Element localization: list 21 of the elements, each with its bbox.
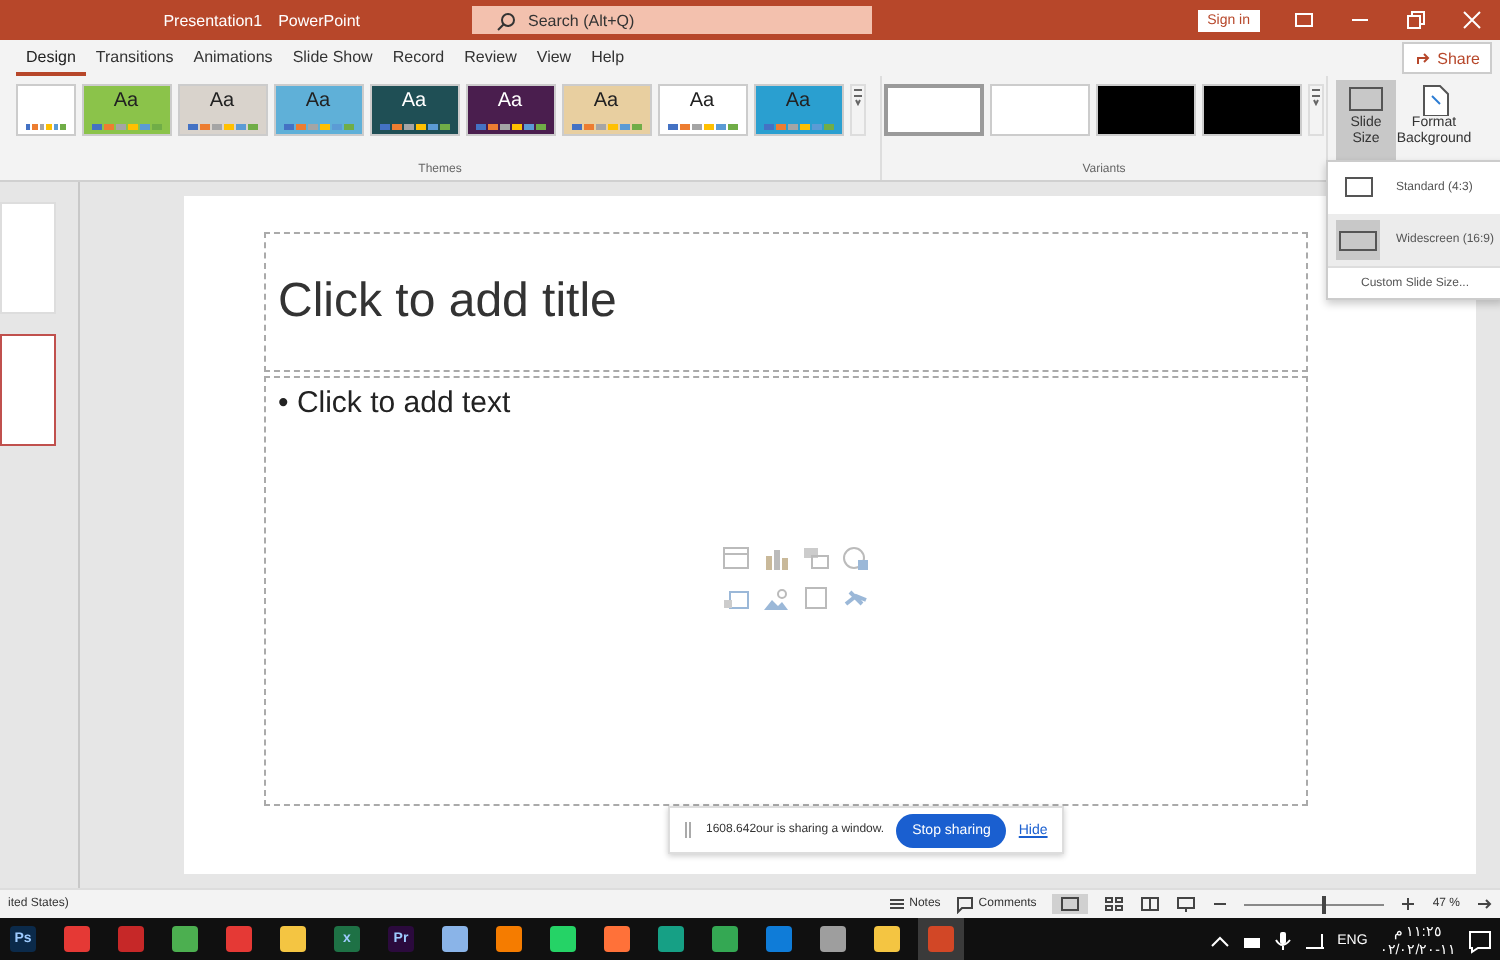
search-field[interactable]: Search (Alt+Q) [472, 6, 872, 34]
theme-thumbnail[interactable]: Aa [81, 84, 171, 136]
ribbon-tab[interactable]: Animations [183, 41, 283, 75]
ribbon-tab[interactable]: Slide Show [282, 41, 383, 75]
theme-thumbnail[interactable]: Aa [465, 84, 555, 136]
ribbon-tab[interactable]: Transitions [85, 41, 184, 75]
text-placeholder: • Click to add text [278, 386, 513, 420]
theme-thumbnail[interactable]: Aa [369, 84, 459, 136]
ribbon-tab[interactable]: Help [581, 41, 635, 75]
ribbon-tab[interactable]: Review [454, 41, 527, 75]
title-placeholder[interactable]: Click to add title [264, 232, 1308, 372]
ribbon-tab[interactable]: Record [382, 41, 455, 75]
theme-thumbnail[interactable]: Aa [273, 84, 363, 136]
theme-thumbnail[interactable]: Aa [753, 84, 843, 136]
app-name: PowerPoint [278, 11, 360, 29]
ribbon-tab[interactable]: View [526, 41, 582, 75]
theme-thumbnail[interactable]: Aa [657, 84, 747, 136]
theme-thumbnail[interactable]: Aa [561, 84, 651, 136]
file-name: Presentation1 [163, 11, 263, 29]
share-button[interactable]: Share [1401, 42, 1492, 74]
theme-thumbnail[interactable]: Aa [177, 84, 267, 136]
